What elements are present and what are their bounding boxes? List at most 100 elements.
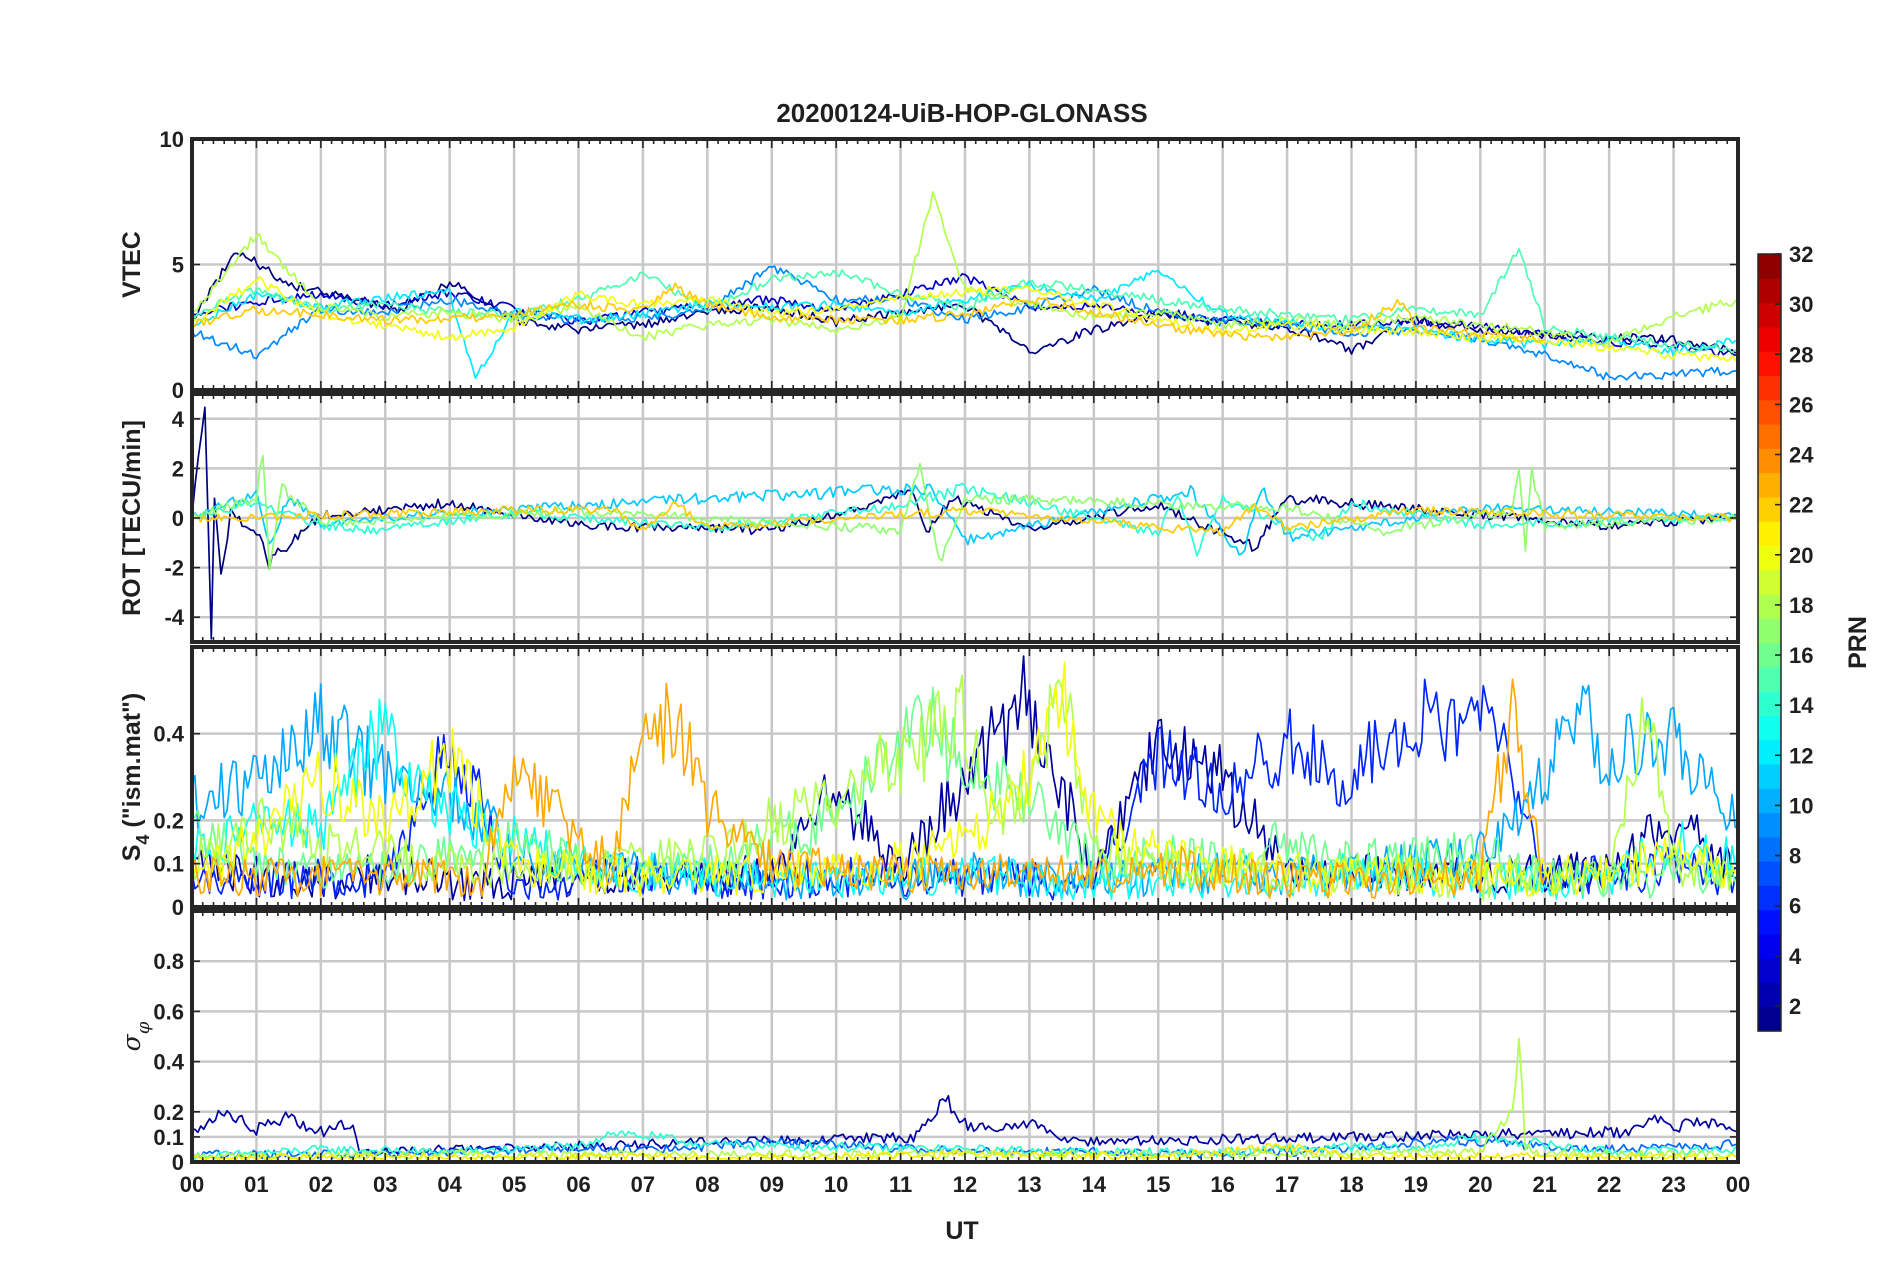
x-axis-label: UT — [945, 1217, 978, 1245]
x-tick-label: 15 — [1146, 1172, 1170, 1197]
chart-title: 20200124-UiB-HOP-GLONASS — [776, 98, 1147, 128]
colorbar-segment — [1758, 545, 1781, 571]
colorbar-segment — [1758, 691, 1781, 716]
colorbar-segment — [1758, 472, 1781, 498]
colorbar-tick-label: 14 — [1789, 693, 1814, 718]
colorbar-segment — [1758, 448, 1781, 474]
x-tick-label: 02 — [309, 1172, 333, 1197]
colorbar-segment — [1758, 618, 1781, 644]
x-tick-label: 06 — [566, 1172, 590, 1197]
y-tick-label: 0.4 — [153, 722, 184, 747]
x-tick-label: 00 — [1726, 1172, 1750, 1197]
colorbar-segment — [1758, 666, 1781, 692]
y-axis-label: S4 ("ism.mat") — [118, 693, 153, 862]
x-tick-label: 17 — [1275, 1172, 1299, 1197]
x-tick-label: 23 — [1661, 1172, 1685, 1197]
x-tick-label: 20 — [1468, 1172, 1492, 1197]
y-tick-label: -4 — [164, 605, 184, 630]
figure: 20200124-UiB-HOP-GLONASS 0510VTEC-4-2024… — [117, 98, 1872, 1245]
x-tick-label: 08 — [695, 1172, 719, 1197]
colorbar-tick-label: 22 — [1789, 493, 1813, 518]
colorbar-segment — [1758, 593, 1781, 619]
colorbar-segment — [1758, 739, 1781, 765]
colorbar-tick-label: 12 — [1789, 743, 1813, 768]
colorbar-segment — [1758, 496, 1781, 522]
colorbar-tick-label: 18 — [1789, 593, 1813, 618]
colorbar-tick-label: 6 — [1789, 894, 1801, 919]
panel-2: -4 -2 0 2 4 ROT [TECU/min] — [118, 392, 1740, 644]
y-tick-label: 0.6 — [153, 999, 184, 1024]
y-tick-label: 0.2 — [153, 1100, 184, 1125]
colorbar-segment — [1758, 521, 1781, 546]
colorbar-tick-label: 28 — [1789, 342, 1813, 367]
y-tick-label: 0.1 — [153, 1125, 184, 1150]
x-tick-label: 07 — [631, 1172, 655, 1197]
y-axis-label: VTEC — [118, 231, 146, 298]
y-axis-label: σφ — [117, 1021, 154, 1051]
y-tick-label: 0 — [172, 378, 184, 403]
x-tick-label: 12 — [953, 1172, 977, 1197]
x-tick-label: 05 — [502, 1172, 526, 1197]
y-tick-label: 4 — [172, 407, 185, 432]
x-tick-label: 19 — [1404, 1172, 1428, 1197]
x-tick-label: 03 — [373, 1172, 397, 1197]
colorbar-segment — [1758, 375, 1781, 401]
y-tick-label: 10 — [160, 127, 184, 152]
colorbar-segment — [1758, 423, 1781, 449]
colorbar-tick-label: 30 — [1789, 292, 1813, 317]
colorbar-tick-label: 24 — [1789, 443, 1814, 468]
x-tick-label: 14 — [1082, 1172, 1107, 1197]
colorbar-tick-label: 10 — [1789, 793, 1813, 818]
y-axis-label: ROT [TECU/min] — [118, 420, 146, 616]
colorbar-tick-label: 20 — [1789, 543, 1813, 568]
x-tick-label: 18 — [1339, 1172, 1363, 1197]
colorbar-segment — [1758, 861, 1781, 886]
colorbar-segment — [1758, 788, 1781, 814]
x-tick-label: 00 — [180, 1172, 204, 1197]
panel-4: 00.10.20.40.60.8σφ — [117, 909, 1740, 1175]
colorbar-segment — [1758, 763, 1781, 789]
x-tick-label: 21 — [1533, 1172, 1557, 1197]
x-tick-label: 22 — [1597, 1172, 1621, 1197]
colorbar: 2468101214161820222426283032PRN — [1757, 242, 1872, 1032]
colorbar-segment — [1758, 569, 1781, 595]
colorbar-tick-label: 32 — [1789, 242, 1813, 267]
y-tick-label: 0.4 — [153, 1050, 184, 1075]
y-tick-label: -2 — [164, 556, 184, 581]
x-tick-label: 11 — [889, 1172, 912, 1197]
colorbar-segment — [1758, 254, 1781, 279]
y-tick-label: 0 — [172, 895, 184, 920]
panels-area: 0510VTEC-4-2024ROT [TECU/min]00.10.20.4S… — [117, 127, 1750, 1197]
x-tick-label: 10 — [824, 1172, 848, 1197]
colorbar-segment — [1758, 326, 1781, 352]
x-tick-label: 09 — [760, 1172, 784, 1197]
colorbar-segment — [1758, 836, 1781, 862]
colorbar-tick-label: 4 — [1789, 944, 1802, 969]
colorbar-segment — [1758, 982, 1781, 1008]
colorbar-label: PRN — [1844, 616, 1872, 669]
panel-3: 0 0.1 0.2 0.4S4 ("ism.mat") — [118, 645, 1740, 920]
colorbar-segment — [1758, 399, 1781, 425]
y-tick-label: 0 — [172, 506, 184, 531]
colorbar-tick-label: 26 — [1789, 392, 1813, 417]
colorbar-segment — [1758, 812, 1781, 838]
colorbar-tick-label: 8 — [1789, 844, 1801, 869]
y-tick-label: 5 — [172, 253, 184, 278]
x-tick-label: 13 — [1017, 1172, 1041, 1197]
y-tick-label: 0.1 — [153, 852, 184, 877]
x-tick-label: 01 — [244, 1172, 268, 1197]
colorbar-segment — [1758, 302, 1781, 328]
y-tick-label: 0.8 — [153, 949, 184, 974]
colorbar-tick-label: 2 — [1789, 994, 1801, 1019]
panel-1: 0 5 10 VTEC — [118, 127, 1740, 403]
x-tick-label: 16 — [1210, 1172, 1234, 1197]
colorbar-segment — [1758, 1006, 1781, 1032]
y-tick-label: 0.2 — [153, 808, 184, 833]
colorbar-segment — [1758, 909, 1781, 935]
colorbar-segment — [1758, 715, 1781, 741]
colorbar-tick-label: 16 — [1789, 643, 1813, 668]
y-tick-label: 2 — [172, 456, 184, 481]
colorbar-segment — [1758, 958, 1781, 984]
x-tick-label: 04 — [437, 1172, 462, 1197]
colorbar-segment — [1758, 278, 1781, 304]
